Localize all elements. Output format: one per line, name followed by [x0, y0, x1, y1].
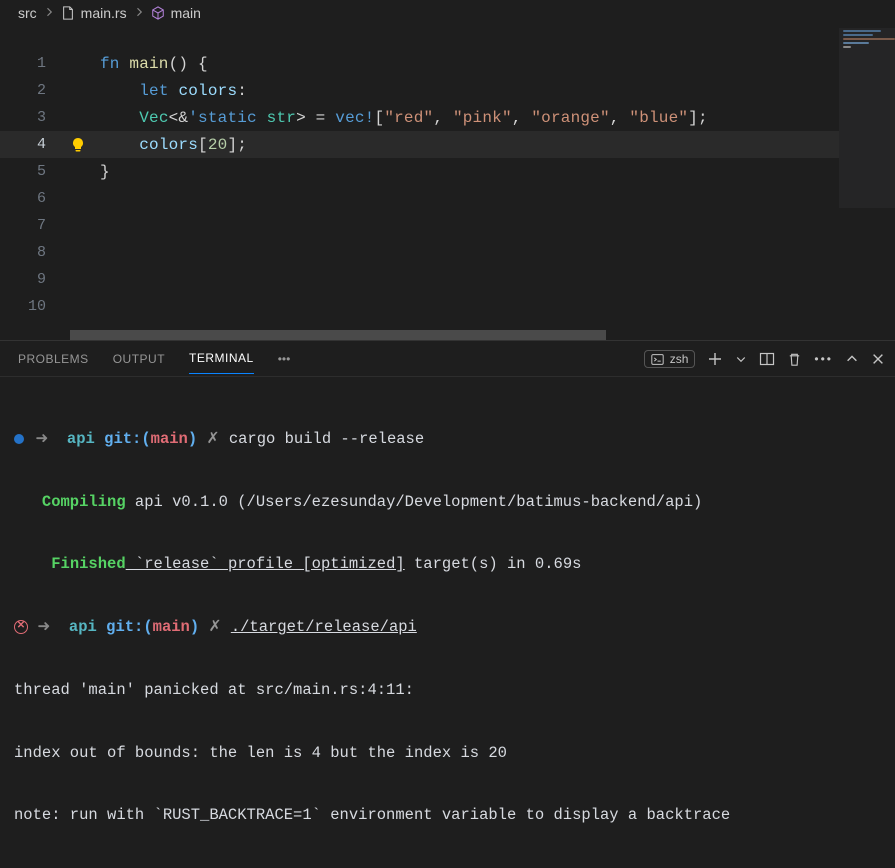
minimap-line — [843, 38, 895, 40]
line-number: 8 — [0, 244, 56, 261]
scrollbar-horizontal[interactable] — [70, 330, 835, 340]
breadcrumb-folder[interactable]: src — [18, 5, 37, 21]
line-number: 5 — [0, 163, 56, 180]
close-icon[interactable] — [871, 352, 885, 366]
code-content[interactable]: Vec<&'static str> = vec!["red", "pink", … — [100, 109, 708, 127]
line-number: 7 — [0, 217, 56, 234]
code-content[interactable]: fn main() { — [100, 55, 208, 73]
tab-terminal[interactable]: TERMINAL — [189, 343, 254, 374]
editor[interactable]: 1fn main() {2 let colors:3 Vec<&'static … — [0, 26, 895, 340]
shell-indicator[interactable]: zsh — [644, 350, 696, 368]
line-number: 1 — [0, 55, 56, 72]
lightbulb-icon[interactable] — [70, 137, 86, 153]
panel-tabs: PROBLEMS OUTPUT TERMINAL ••• zsh ••• — [0, 341, 895, 377]
code-content[interactable]: colors[20]; — [100, 136, 247, 154]
breadcrumb-file[interactable]: main.rs — [81, 5, 127, 21]
chevron-right-icon — [43, 5, 55, 21]
panel-actions: zsh ••• — [644, 341, 885, 377]
terminal-icon — [651, 353, 664, 366]
error-dot-icon: ✕ — [14, 620, 28, 634]
terminal-line: Compiling api v0.1.0 (/Users/ezesunday/D… — [14, 492, 881, 513]
terminal-line: ✕ ➜ api git:(main) ✗ ./target/release/ap… — [14, 617, 881, 638]
line-number: 6 — [0, 190, 56, 207]
more-icon[interactable]: ••• — [814, 352, 833, 366]
code-line[interactable]: 3 Vec<&'static str> = vec!["red", "pink"… — [0, 104, 895, 131]
code-line[interactable]: 10 — [0, 293, 895, 320]
code-content[interactable]: } — [100, 163, 110, 181]
terminal-line: ➜ api git:(main) ✗ cargo build --release — [14, 429, 881, 450]
tab-problems[interactable]: PROBLEMS — [18, 344, 89, 374]
minimap[interactable] — [839, 28, 895, 208]
line-number: 10 — [0, 298, 56, 315]
code-line[interactable]: 4 colors[20]; — [0, 131, 895, 158]
code-line[interactable]: 5} — [0, 158, 895, 185]
shell-name: zsh — [670, 352, 689, 366]
minimap-line — [843, 46, 851, 48]
terminal-output[interactable]: ➜ api git:(main) ✗ cargo build --release… — [0, 377, 895, 868]
line-number: 9 — [0, 271, 56, 288]
line-number: 3 — [0, 109, 56, 126]
chevron-up-icon[interactable] — [845, 352, 859, 366]
minimap-line — [843, 30, 881, 32]
panel: PROBLEMS OUTPUT TERMINAL ••• zsh ••• — [0, 340, 895, 567]
scrollbar-thumb[interactable] — [70, 330, 606, 340]
new-terminal-icon[interactable] — [707, 351, 723, 367]
status-dot-icon — [14, 434, 24, 444]
terminal-line: thread 'main' panicked at src/main.rs:4:… — [14, 680, 881, 701]
code-line[interactable]: 8 — [0, 239, 895, 266]
terminal-line: note: run with `RUST_BACKTRACE=1` enviro… — [14, 805, 881, 826]
symbol-icon — [151, 6, 165, 20]
terminal-line: Finished `release` profile [optimized] t… — [14, 554, 881, 575]
terminal-line: index out of bounds: the len is 4 but th… — [14, 743, 881, 764]
code-line[interactable]: 1 fn main() { — [0, 50, 895, 77]
gutter-margin — [56, 137, 100, 153]
minimap-line — [843, 34, 873, 36]
code-line[interactable]: 7 — [0, 212, 895, 239]
minimap-line — [843, 42, 869, 44]
code-line[interactable]: 2 let colors: — [0, 77, 895, 104]
breadcrumb-symbol[interactable]: main — [171, 5, 201, 21]
line-number: 4 — [0, 136, 56, 153]
file-icon — [61, 6, 75, 20]
line-number: 2 — [0, 82, 56, 99]
split-terminal-icon[interactable] — [759, 351, 775, 367]
tab-output[interactable]: OUTPUT — [113, 344, 165, 374]
code-content[interactable]: let colors: — [100, 82, 247, 100]
chevron-right-icon — [133, 5, 145, 21]
code-line[interactable]: 6 — [0, 185, 895, 212]
chevron-down-icon[interactable] — [735, 353, 747, 365]
overflow-icon[interactable]: ••• — [278, 352, 291, 366]
breadcrumbs: src main.rs main — [0, 0, 895, 26]
trash-icon[interactable] — [787, 352, 802, 367]
code-line[interactable]: 9 — [0, 266, 895, 293]
